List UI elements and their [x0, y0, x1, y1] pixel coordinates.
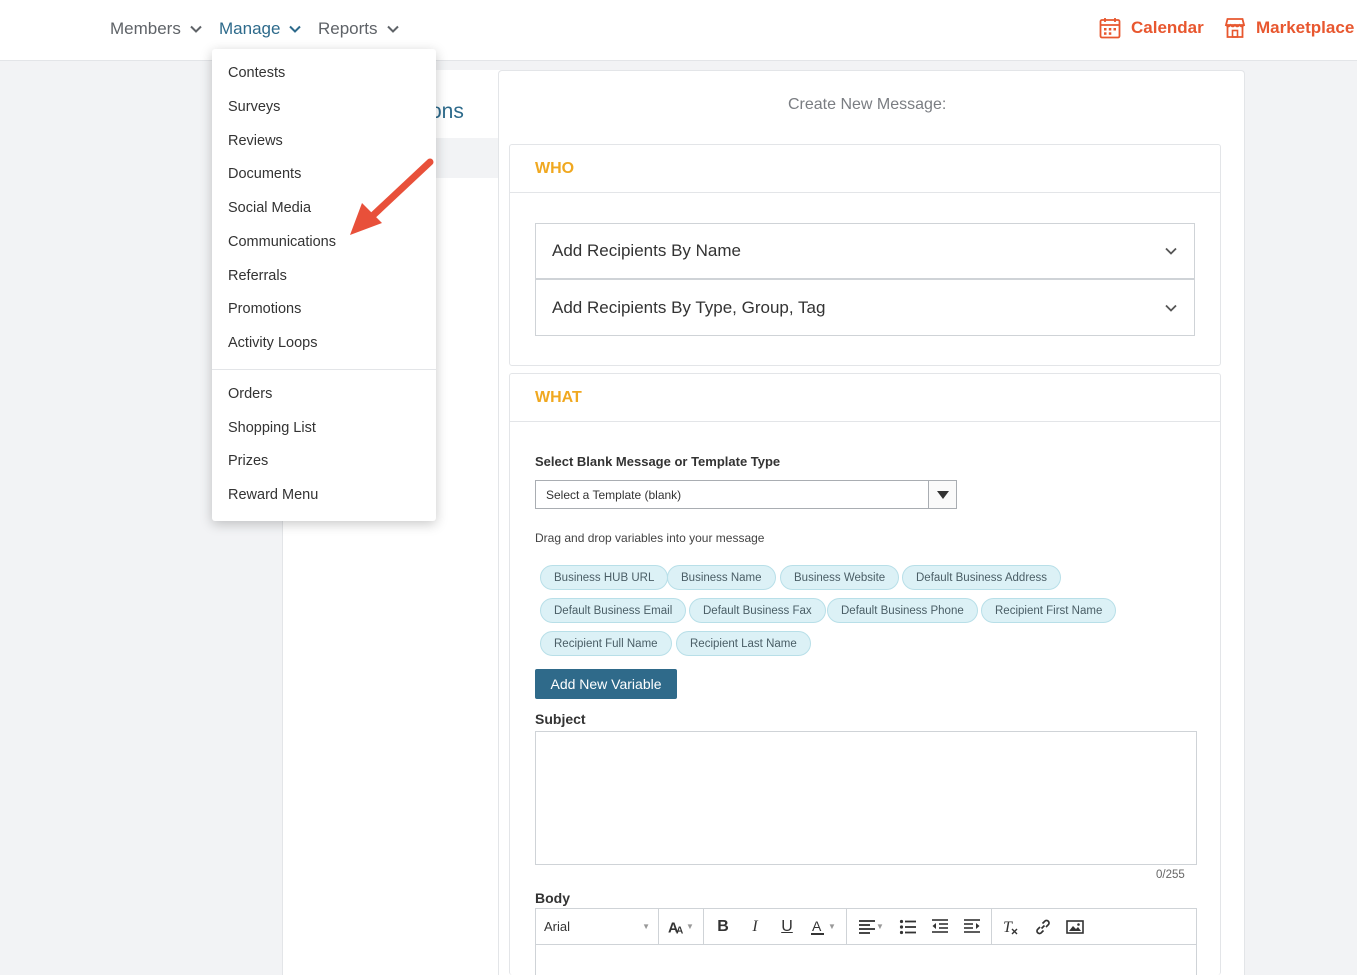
variable-chip[interactable]: Business Name [667, 565, 776, 590]
triangle-down-icon [936, 490, 949, 499]
menu-item-social-media[interactable]: Social Media [228, 200, 311, 216]
variable-chip[interactable]: Default Business Phone [827, 598, 978, 623]
nav-calendar-label: Calendar [1131, 18, 1204, 37]
subject-input[interactable] [535, 731, 1197, 865]
variable-chip[interactable]: Default Business Email [540, 598, 687, 623]
menu-item-reward-menu[interactable]: Reward Menu [228, 487, 318, 503]
what-section: WHAT Select Blank Message or Template Ty… [509, 373, 1221, 975]
chevron-down-icon [289, 25, 302, 33]
menu-item-surveys[interactable]: Surveys [228, 99, 280, 115]
svg-text:T: T [1003, 919, 1013, 936]
menu-item-referrals[interactable]: Referrals [228, 268, 287, 284]
who-heading: WHO [510, 145, 1220, 193]
annotation-arrow-icon [350, 158, 434, 235]
variable-chip[interactable]: Business HUB URL [540, 565, 669, 590]
nav-marketplace-label: Marketplace [1256, 18, 1355, 37]
chevron-down-icon [190, 25, 202, 33]
link-icon[interactable] [1030, 914, 1056, 940]
chevron-down-icon [1165, 247, 1177, 255]
nav-members[interactable]: Members [110, 19, 203, 39]
subject-char-counter: 0/255 [1156, 869, 1185, 881]
select-arrow-button[interactable] [928, 481, 956, 508]
indent-icon[interactable] [959, 914, 985, 940]
menu-item-communications[interactable]: Communications [228, 234, 336, 250]
create-message-title: Create New Message: [788, 96, 947, 113]
variable-chip[interactable]: Business Website [780, 565, 900, 590]
font-size-icon[interactable]: AA ▼ [665, 914, 697, 940]
text-color-icon[interactable]: A ▼ [806, 914, 840, 940]
nav-marketplace[interactable]: Marketplace [1223, 16, 1354, 40]
add-recipients-by-type[interactable]: Add Recipients By Type, Group, Tag [535, 279, 1195, 336]
menu-item-prizes[interactable]: Prizes [228, 453, 268, 469]
svg-text:A: A [676, 925, 683, 936]
template-label: Select Blank Message or Template Type [535, 454, 781, 469]
align-left-icon[interactable]: ▼ [853, 914, 889, 940]
menu-item-contests[interactable]: Contests [228, 65, 285, 81]
add-recipients-by-type-label: Add Recipients By Type, Group, Tag [552, 297, 826, 317]
template-select-value: Select a Template (blank) [546, 487, 682, 502]
outdent-icon[interactable] [927, 914, 953, 940]
subject-label: Subject [535, 711, 586, 727]
nav-reports[interactable]: Reports [318, 19, 400, 39]
top-nav: Members Manage Reports Calendar Marketpl… [0, 0, 1357, 61]
nav-manage[interactable]: Manage [219, 19, 302, 39]
nav-members-label: Members [110, 19, 181, 38]
what-heading: WHAT [510, 374, 1220, 422]
bold-icon[interactable]: B [710, 914, 736, 940]
variable-chip[interactable]: Default Business Address [902, 565, 1062, 590]
italic-icon[interactable]: I [742, 914, 768, 940]
menu-item-activity-loops[interactable]: Activity Loops [228, 335, 317, 351]
body-editor[interactable]: Arial ▼ AA ▼ B I U A ▼ ▼ T [535, 908, 1197, 975]
menu-item-reviews[interactable]: Reviews [228, 133, 283, 149]
menu-item-documents[interactable]: Documents [228, 166, 301, 182]
manage-dropdown-menu: Contests Surveys Reviews Documents Socia… [212, 49, 436, 521]
paragraph-group: ▼ [847, 909, 992, 944]
variable-chip[interactable]: Recipient First Name [981, 598, 1117, 623]
add-new-variable-button[interactable]: Add New Variable [535, 669, 677, 699]
template-select[interactable]: Select a Template (blank) [535, 480, 957, 509]
variable-chip[interactable]: Default Business Fax [689, 598, 826, 623]
store-icon [1224, 18, 1246, 38]
drag-drop-help: Drag and drop variables into your messag… [535, 531, 765, 545]
font-family-value: Arial [544, 919, 571, 934]
svg-text:A: A [812, 918, 822, 934]
nav-manage-label: Manage [219, 19, 281, 38]
variable-chip[interactable]: Recipient Full Name [540, 631, 672, 656]
who-section: WHO Add Recipients By Name Add Recipient… [509, 144, 1221, 366]
misc-group: T [992, 909, 1094, 944]
editor-toolbar: Arial ▼ AA ▼ B I U A ▼ ▼ T [536, 909, 1196, 945]
font-size-group: AA ▼ [659, 909, 704, 944]
nav-calendar[interactable]: Calendar [1098, 16, 1204, 40]
menu-item-promotions[interactable]: Promotions [228, 301, 301, 317]
chevron-down-icon [1165, 304, 1177, 312]
chevron-down-icon [386, 25, 399, 33]
font-family-select[interactable]: Arial ▼ [536, 909, 659, 944]
nav-reports-label: Reports [318, 19, 378, 38]
menu-item-shopping-list[interactable]: Shopping List [228, 420, 316, 436]
text-style-group: B I U A ▼ [704, 909, 847, 944]
menu-item-orders[interactable]: Orders [228, 386, 272, 402]
variable-chip[interactable]: Recipient Last Name [676, 631, 811, 656]
body-label: Body [535, 890, 570, 906]
calendar-icon [1099, 18, 1121, 39]
menu-divider [212, 369, 436, 370]
underline-icon[interactable]: U [774, 914, 800, 940]
clear-format-icon[interactable]: T [998, 914, 1024, 940]
add-recipients-by-name[interactable]: Add Recipients By Name [535, 223, 1195, 280]
bullet-list-icon[interactable] [895, 914, 921, 940]
add-recipients-by-name-label: Add Recipients By Name [552, 241, 741, 260]
image-icon[interactable] [1062, 914, 1088, 940]
caret-down-icon: ▼ [642, 922, 650, 931]
